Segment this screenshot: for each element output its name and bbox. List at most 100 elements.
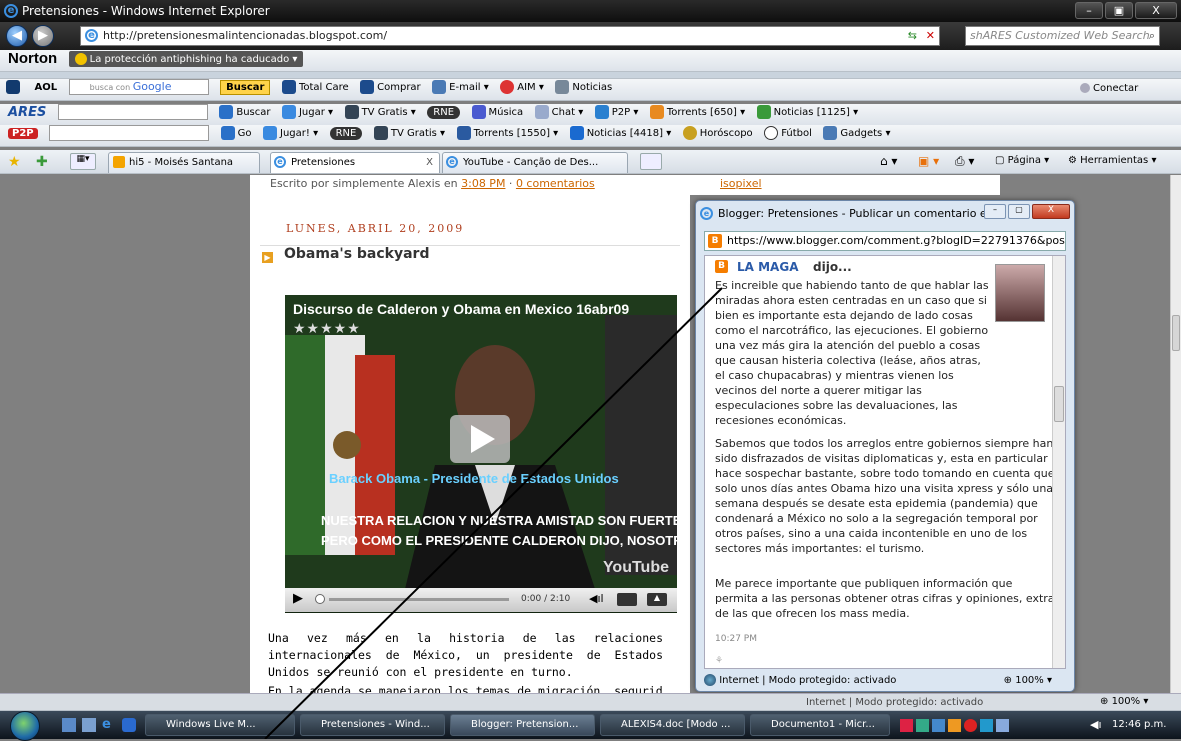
seek-handle[interactable] (315, 594, 325, 604)
task-alexis-doc[interactable]: ALEXIS4.doc [Modo ... (600, 714, 745, 736)
popup-window: e Blogger: Pretensiones - Publicar un co… (695, 200, 1075, 692)
comments-link[interactable]: 0 comentarios (516, 177, 595, 190)
ares-musica[interactable]: Música (471, 105, 523, 119)
conectar-button[interactable]: Conectar (1080, 83, 1138, 94)
p2p-horoscopo[interactable]: Horóscopo (682, 126, 753, 140)
add-favorite-icon[interactable]: ✚ (36, 154, 48, 170)
p2p-jugar[interactable]: Jugar! ▾ (263, 126, 318, 140)
tray-icon-5[interactable] (964, 718, 977, 732)
ares-chat[interactable]: Chat ▾ (534, 105, 583, 119)
post-title[interactable]: Obama's backyard (284, 246, 429, 262)
refresh-icon[interactable]: ⇆ (908, 27, 917, 45)
page-scrollbar[interactable] (1170, 175, 1181, 693)
quick-tabs-icon[interactable]: ▦▾ (70, 153, 96, 170)
tray-icon-6[interactable] (980, 718, 993, 732)
task-blogger[interactable]: Blogger: Pretension... (450, 714, 595, 736)
stop-icon[interactable]: ✕ (926, 27, 935, 45)
tray-icon-7[interactable] (996, 718, 1009, 732)
popup-maximize[interactable]: ▢ (1008, 204, 1030, 219)
p2p-gadgets[interactable]: Gadgets ▾ (823, 126, 890, 140)
popup-scroll-thumb[interactable] (1054, 386, 1064, 422)
new-tab-button[interactable] (640, 153, 662, 170)
total-care-button[interactable]: Total Care (281, 80, 349, 94)
post-time-link[interactable]: 3:08 PM (461, 177, 505, 190)
p2p-radio[interactable]: RNE (329, 126, 363, 140)
feeds-icon[interactable]: ▣ ▾ (918, 154, 939, 168)
caption-line-1: NUESTRA RELACION Y NUESTRA AMISTAD SON F… (321, 513, 677, 528)
popup-zoom[interactable]: ⊕ 100% ▾ (1004, 673, 1052, 689)
tray-icon-4[interactable] (948, 718, 961, 732)
tab-pretensiones[interactable]: e Pretensiones X (270, 152, 440, 173)
clock[interactable]: 12:46 p.m. (1112, 719, 1166, 730)
comment-actions-icon[interactable]: ⚘ (715, 656, 723, 666)
p2p-search-input[interactable] (49, 125, 210, 141)
print-icon[interactable]: ⎙ ▾ (955, 154, 974, 169)
p2p-go[interactable]: Go (220, 126, 252, 140)
tray-icon-2[interactable] (916, 718, 929, 732)
popup-minimize[interactable]: – (984, 204, 1006, 219)
favorites-star-icon[interactable]: ★ (8, 154, 21, 170)
ares-radio[interactable]: RNE (427, 105, 461, 119)
email-button[interactable]: E-mail ▾ (432, 80, 489, 94)
play-button[interactable]: ▶ (293, 591, 303, 606)
p2p-futbol[interactable]: Fútbol (764, 126, 812, 140)
sidebar-link[interactable]: isopixel (720, 177, 762, 190)
p2p-noticias[interactable]: Noticias [4418] ▾ (569, 126, 671, 140)
popup-close[interactable]: X (1032, 204, 1070, 219)
page-menu[interactable]: ▢ Página ▾ (995, 155, 1049, 166)
maximize-button[interactable]: ▣ (1105, 2, 1133, 19)
comprar-button[interactable]: Comprar (360, 80, 421, 94)
search-icon[interactable]: ⌕ (1149, 27, 1155, 45)
volume-icon[interactable]: ◀ıl (589, 592, 604, 605)
task-documento1[interactable]: Documento1 - Micr... (750, 714, 890, 736)
start-button[interactable] (10, 711, 40, 741)
address-bar[interactable]: e http://pretensionesmalintencionadas.bl… (80, 26, 940, 46)
seek-bar[interactable] (329, 598, 509, 601)
ares-p2p[interactable]: P2P ▾ (594, 105, 638, 119)
quality-icon[interactable] (617, 593, 637, 606)
tray-icon-1[interactable] (900, 718, 913, 732)
aol-search-input[interactable]: busca con Google (68, 79, 209, 95)
ie-quicklaunch-icon[interactable]: e (102, 717, 111, 732)
popup-title: Blogger: Pretensiones - Publicar un come… (718, 207, 1018, 220)
ares-torrents[interactable]: Torrents [650] ▾ (649, 105, 745, 119)
tab-hi5[interactable]: hi5 - Moisés Santana (108, 152, 260, 173)
tab-youtube[interactable]: e YouTube - Canção de Des... (442, 152, 628, 173)
aim-button[interactable]: AIM ▾ (500, 80, 544, 94)
media-quicklaunch-icon[interactable] (122, 718, 136, 732)
ares-jugar[interactable]: Jugar ▾ (281, 105, 333, 119)
volume-tray-icon[interactable]: ◀ı (1090, 718, 1102, 731)
comment-dijo: dijo... (813, 260, 852, 274)
show-desktop-icon[interactable] (62, 718, 76, 732)
noticias-button[interactable]: Noticias (555, 80, 612, 94)
p2p-tv[interactable]: TV Gratis ▾ (373, 126, 445, 140)
home-icon[interactable]: ⌂ ▾ (880, 154, 897, 168)
ares-buscar[interactable]: Buscar (219, 105, 270, 119)
switch-windows-icon[interactable] (82, 718, 96, 732)
task-windows-live[interactable]: Windows Live M... (145, 714, 295, 736)
popup-address-bar[interactable]: B https://www.blogger.com/comment.g?blog… (704, 231, 1066, 251)
ares-search-input[interactable] (57, 104, 208, 120)
close-tab-icon[interactable]: X (426, 153, 433, 172)
tray-icon-3[interactable] (932, 718, 945, 732)
ares-tv[interactable]: TV Gratis ▾ (344, 105, 416, 119)
ares-noticias[interactable]: Noticias [1125] ▾ (756, 105, 858, 119)
fullscreen-icon[interactable]: ▲ (647, 593, 667, 606)
norton-alert[interactable]: La protección antiphishing ha caducado ▾ (68, 50, 304, 67)
video-player[interactable]: Discurso de Calderon y Obama en Mexico 1… (285, 295, 677, 613)
popup-scrollbar[interactable] (1052, 256, 1065, 668)
close-button[interactable]: X (1135, 2, 1177, 19)
zoom-level[interactable]: ⊕ 100% ▾ (1100, 696, 1148, 707)
task-pretensiones[interactable]: Pretensiones - Wind... (300, 714, 445, 736)
comment-author[interactable]: LA MAGA (737, 260, 798, 274)
forward-button[interactable]: ▶ (32, 25, 54, 47)
search-placeholder: shARES Customized Web Search (970, 29, 1150, 42)
back-button[interactable]: ◀ (6, 25, 28, 47)
search-input[interactable]: shARES Customized Web Search ⌕ (965, 26, 1160, 46)
minimize-button[interactable]: – (1075, 2, 1103, 19)
warning-icon (74, 52, 87, 65)
p2p-torrents[interactable]: Torrents [1550] ▾ (456, 126, 558, 140)
scroll-thumb[interactable] (1172, 315, 1180, 351)
aol-buscar-button[interactable]: Buscar (220, 79, 271, 95)
tools-menu[interactable]: ⚙ Herramientas ▾ (1068, 155, 1156, 166)
